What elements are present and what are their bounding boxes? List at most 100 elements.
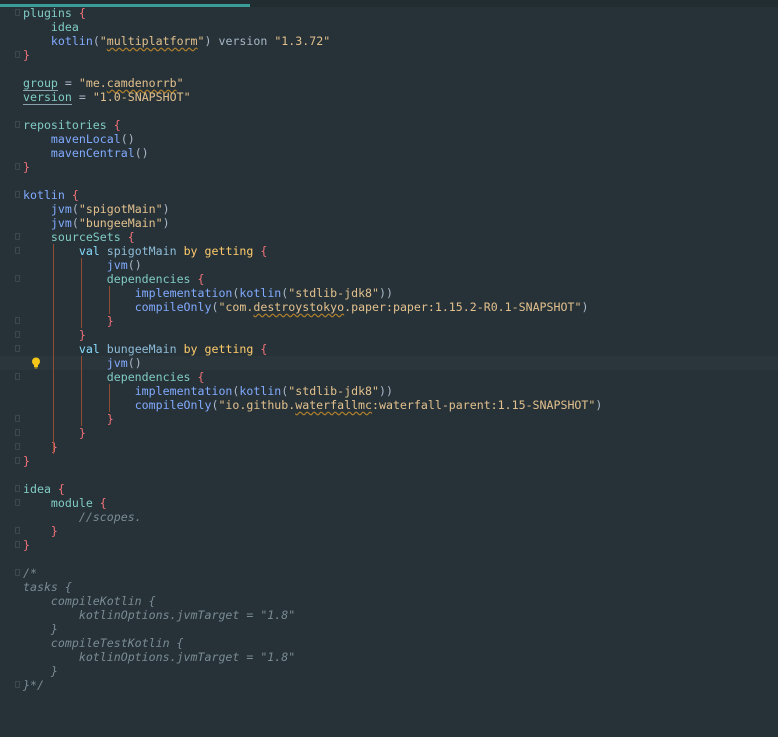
code-line[interactable]: sourceSets { xyxy=(0,230,778,244)
code-line[interactable]: idea { xyxy=(0,482,778,496)
code-line[interactable] xyxy=(0,692,778,706)
code-line[interactable]: } xyxy=(0,328,778,342)
spelling-warning[interactable]: multiplatform xyxy=(107,34,198,48)
code-line[interactable]: implementation(kotlin("stdlib-jdk8")) xyxy=(0,384,778,398)
code-line[interactable]: //scopes. xyxy=(0,510,778,524)
fold-marker-icon[interactable] xyxy=(15,163,20,170)
code-line[interactable]: idea xyxy=(0,20,778,34)
code-line[interactable]: dependencies { xyxy=(0,370,778,384)
code-line[interactable]: kotlin("multiplatform") version "1.3.72" xyxy=(0,34,778,48)
fold-marker-icon[interactable] xyxy=(15,121,20,128)
spelling-warning[interactable]: camdenorrb xyxy=(107,76,177,90)
fold-marker-icon[interactable] xyxy=(15,681,20,688)
code-line[interactable]: val bungeeMain by getting { xyxy=(0,342,778,356)
code-line[interactable]: compileTestKotlin { xyxy=(0,636,778,650)
code-text: compileTestKotlin { xyxy=(23,636,184,650)
comment-text: kotlinOptions.jvmTarget = "1.8" xyxy=(23,650,296,664)
fold-marker-icon[interactable] xyxy=(15,191,20,198)
fold-marker-icon[interactable] xyxy=(15,317,20,324)
spelling-warning[interactable]: waterfallmc xyxy=(295,398,372,412)
code-line[interactable] xyxy=(0,468,778,482)
code-line[interactable]: jvm("bungeeMain") xyxy=(0,216,778,230)
code-line[interactable]: } xyxy=(0,524,778,538)
code-line[interactable] xyxy=(0,552,778,566)
indent-guide xyxy=(81,356,82,370)
fold-marker-icon[interactable] xyxy=(15,373,20,380)
code-line[interactable] xyxy=(0,174,778,188)
code-line[interactable]: mavenCentral() xyxy=(0,146,778,160)
code-line[interactable]: } xyxy=(0,622,778,636)
fold-marker-icon[interactable] xyxy=(15,499,20,506)
spelling-warning[interactable]: destroystokyo xyxy=(253,300,344,314)
code-line[interactable]: plugins { xyxy=(0,6,778,20)
fold-marker-icon[interactable] xyxy=(15,51,20,58)
fold-marker-icon[interactable] xyxy=(15,331,20,338)
code-line[interactable]: version = "1.0-SNAPSHOT" xyxy=(0,90,778,105)
code-line[interactable]: } xyxy=(0,664,778,678)
code-line[interactable]: } xyxy=(0,48,778,62)
code-line[interactable]: jvm("spigotMain") xyxy=(0,202,778,216)
code-line[interactable]: compileOnly("com.destroystokyo.paper:pap… xyxy=(0,300,778,314)
code-line[interactable]: } xyxy=(0,454,778,468)
code-line[interactable]: kotlin { xyxy=(0,188,778,202)
code-line[interactable]: kotlinOptions.jvmTarget = "1.8" xyxy=(0,650,778,664)
code-editor[interactable]: plugins { idea kotlin("multiplatform") v… xyxy=(0,6,778,706)
fold-marker-icon[interactable] xyxy=(15,457,20,464)
indent-guide xyxy=(53,356,54,370)
code-token: compileOnly xyxy=(134,398,212,412)
code-line[interactable]: } xyxy=(0,314,778,328)
lightbulb-icon[interactable] xyxy=(31,357,41,369)
code-token: val xyxy=(78,244,100,258)
fold-marker-icon[interactable] xyxy=(15,429,20,436)
code-line[interactable]: jvm() xyxy=(0,356,778,370)
fold-marker-icon[interactable] xyxy=(15,569,20,576)
code-line[interactable]: } xyxy=(0,440,778,454)
fold-marker-icon[interactable] xyxy=(15,233,20,240)
fold-marker-icon[interactable] xyxy=(15,345,20,352)
fold-marker-icon[interactable] xyxy=(15,275,20,282)
fold-marker-icon[interactable] xyxy=(15,485,20,492)
fold-marker-icon[interactable] xyxy=(15,9,20,16)
indent-guide xyxy=(81,286,82,300)
code-token: } xyxy=(106,314,114,328)
code-line[interactable]: } xyxy=(0,160,778,174)
code-line[interactable]: } xyxy=(0,538,778,552)
comment-text: //scopes. xyxy=(78,510,142,524)
code-line[interactable]: mavenLocal() xyxy=(0,132,778,146)
code-token: () xyxy=(120,132,135,146)
indent-guide xyxy=(109,300,110,314)
indent-guide xyxy=(53,328,54,342)
code-line[interactable]: jvm() xyxy=(0,258,778,272)
comment-text: } xyxy=(23,622,58,636)
code-line[interactable] xyxy=(0,62,778,76)
code-token: kotlin xyxy=(50,34,93,48)
indent-guide xyxy=(81,412,82,426)
code-token: repositories xyxy=(23,118,107,132)
code-line[interactable]: dependencies { xyxy=(0,272,778,286)
code-line[interactable]: group = "me.camdenorrb" xyxy=(0,76,778,91)
code-line[interactable]: compileKotlin { xyxy=(0,594,778,608)
fold-marker-icon[interactable] xyxy=(15,247,20,254)
code-line[interactable]: } xyxy=(0,426,778,440)
fold-marker-icon[interactable] xyxy=(15,415,20,422)
code-line[interactable]: kotlinOptions.jvmTarget = "1.8" xyxy=(0,608,778,622)
code-token: idea xyxy=(50,20,79,34)
code-line[interactable]: compileOnly("io.github.waterfallmc:water… xyxy=(0,398,778,412)
fold-marker-icon[interactable] xyxy=(15,527,20,534)
indent-guide xyxy=(109,286,110,300)
fold-marker-icon[interactable] xyxy=(15,443,20,450)
code-line[interactable]: } xyxy=(0,412,778,426)
fold-marker-icon[interactable] xyxy=(15,541,20,548)
code-line[interactable]: implementation(kotlin("stdlib-jdk8")) xyxy=(0,286,778,300)
code-line[interactable]: }*/ xyxy=(0,678,778,692)
code-line[interactable]: repositories { xyxy=(0,118,778,132)
code-line[interactable]: val spigotMain by getting { xyxy=(0,244,778,258)
code-line[interactable]: /* xyxy=(0,566,778,580)
code-line[interactable]: module { xyxy=(0,496,778,510)
code-line[interactable] xyxy=(0,104,778,118)
code-line[interactable]: tasks { xyxy=(0,580,778,594)
